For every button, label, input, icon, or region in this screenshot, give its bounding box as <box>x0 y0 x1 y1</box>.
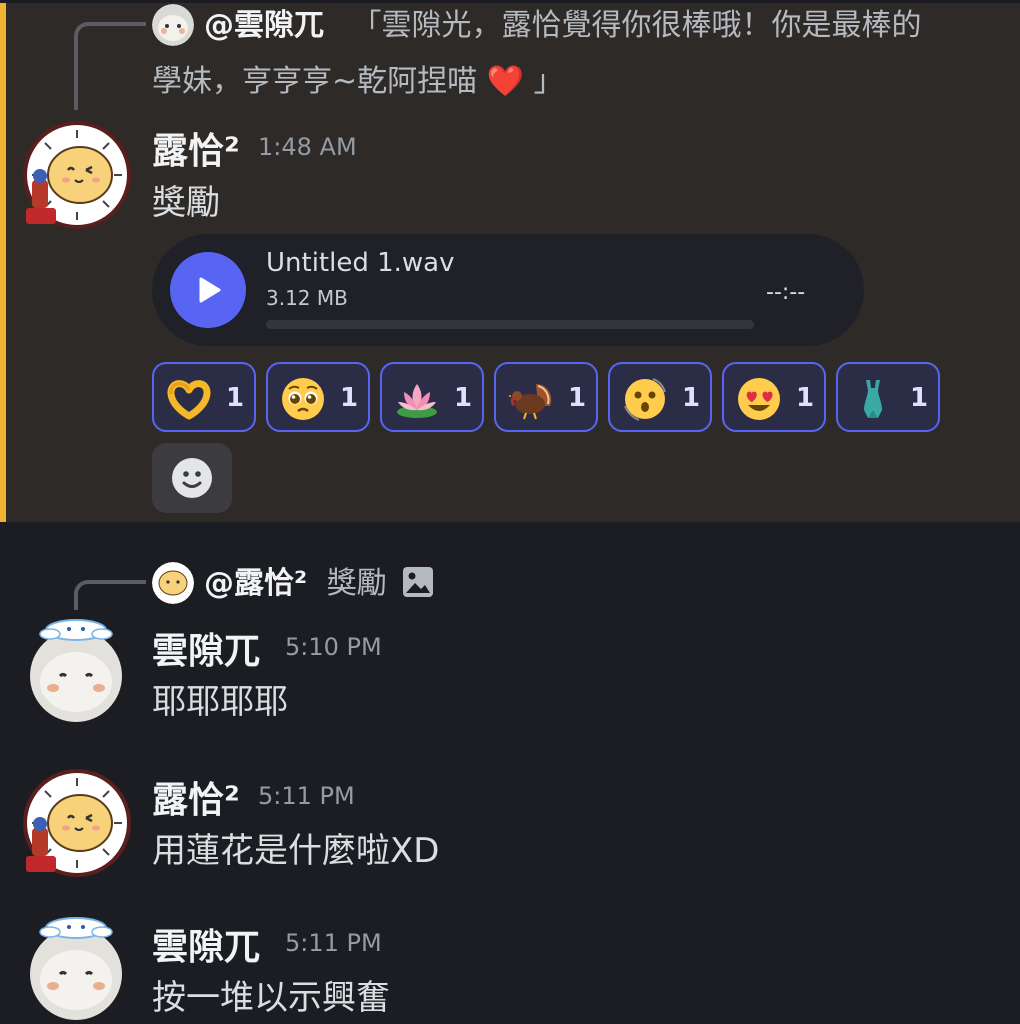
user-avatar[interactable] <box>26 616 126 722</box>
smiley-icon <box>172 458 212 498</box>
audio-progress-bar[interactable] <box>266 320 754 329</box>
heart-hands-icon <box>167 380 211 420</box>
dizzy-face-icon <box>624 378 666 421</box>
reaction-count: 1 <box>682 383 701 413</box>
timestamp: 1:48 AM <box>258 133 357 161</box>
play-button[interactable] <box>170 252 246 328</box>
heart-eyes-icon <box>738 378 780 420</box>
reply-text: 獎勵 <box>326 566 387 601</box>
reaction-heart-eyes[interactable]: 1 <box>722 362 826 432</box>
reply-avatar[interactable] <box>152 562 194 604</box>
timestamp: 5:11 PM <box>258 782 355 810</box>
one-piece-swimsuit-icon <box>864 380 882 418</box>
audio-duration: --:-- <box>766 280 806 305</box>
user-avatar[interactable] <box>22 120 132 230</box>
reaction-turkey[interactable]: 1 <box>494 362 598 432</box>
user-avatar[interactable] <box>26 914 126 1020</box>
play-icon <box>199 277 221 303</box>
reply-connector <box>74 580 146 610</box>
reply-preview-line2[interactable]: 學妹，亨亨亨~乾阿捏喵 ❤️ 」 <box>152 56 564 108</box>
audio-attachment: Untitled 1.wav 3.12 MB --:-- <box>152 234 864 346</box>
pleading-face-icon <box>282 378 324 420</box>
timestamp: 5:11 PM <box>285 929 382 957</box>
reaction-count: 1 <box>568 383 587 413</box>
username[interactable]: 露恰² <box>152 122 240 174</box>
chat-log: @雲隙兀 「雲隙光，露恰覺得你很棒哦！你是最棒的 學妹，亨亨亨~乾阿捏喵 ❤️ … <box>0 0 1020 1024</box>
reaction-count: 1 <box>226 383 245 413</box>
user-avatar[interactable] <box>22 768 132 878</box>
turkey-icon <box>508 384 552 420</box>
reaction-pleading-face[interactable]: 1 <box>266 362 370 432</box>
message-text: 用蓮花是什麼啦XD <box>152 831 440 871</box>
reply-text-line1: 「雲隙光，露恰覺得你很棒哦！你是最棒的 <box>351 8 922 43</box>
reaction-count: 1 <box>454 383 473 413</box>
timestamp: 5:10 PM <box>285 633 382 661</box>
file-size: 3.12 MB <box>266 286 348 310</box>
lotus-icon <box>397 384 437 418</box>
reply-text-end: 」 <box>533 64 564 99</box>
reply-avatar[interactable] <box>152 4 194 46</box>
reaction-count: 1 <box>910 383 929 413</box>
username[interactable]: 露恰² <box>152 771 240 823</box>
reply-mention[interactable]: @露恰² <box>204 566 307 601</box>
reply-connector <box>74 22 146 110</box>
message-text: 耶耶耶耶 <box>152 682 288 722</box>
reply-text-line2: 學妹，亨亨亨~乾阿捏喵 <box>152 64 478 99</box>
reaction-heart-hands[interactable]: 1 <box>152 362 256 432</box>
username[interactable]: 雲隙兀 <box>152 918 260 970</box>
message-text: 獎勵 <box>152 183 220 223</box>
reaction-count: 1 <box>340 383 359 413</box>
reply-mention[interactable]: @雲隙兀 <box>204 8 324 43</box>
reply-preview[interactable]: @露恰² 獎勵 <box>204 558 434 610</box>
reaction-dizzy-face[interactable]: 1 <box>608 362 712 432</box>
file-name[interactable]: Untitled 1.wav <box>266 248 455 278</box>
username[interactable]: 雲隙兀 <box>152 622 260 674</box>
heart-emoji: ❤️ <box>486 64 525 99</box>
reaction-count: 1 <box>796 383 815 413</box>
reaction-lotus[interactable]: 1 <box>380 362 484 432</box>
add-reaction-button[interactable] <box>152 443 232 513</box>
reaction-one-piece-swimsuit[interactable]: 1 <box>836 362 940 432</box>
reply-preview[interactable]: @雲隙兀 「雲隙光，露恰覺得你很棒哦！你是最棒的 <box>204 0 922 52</box>
message-text: 按一堆以示興奮 <box>152 978 390 1018</box>
image-icon <box>403 567 434 597</box>
